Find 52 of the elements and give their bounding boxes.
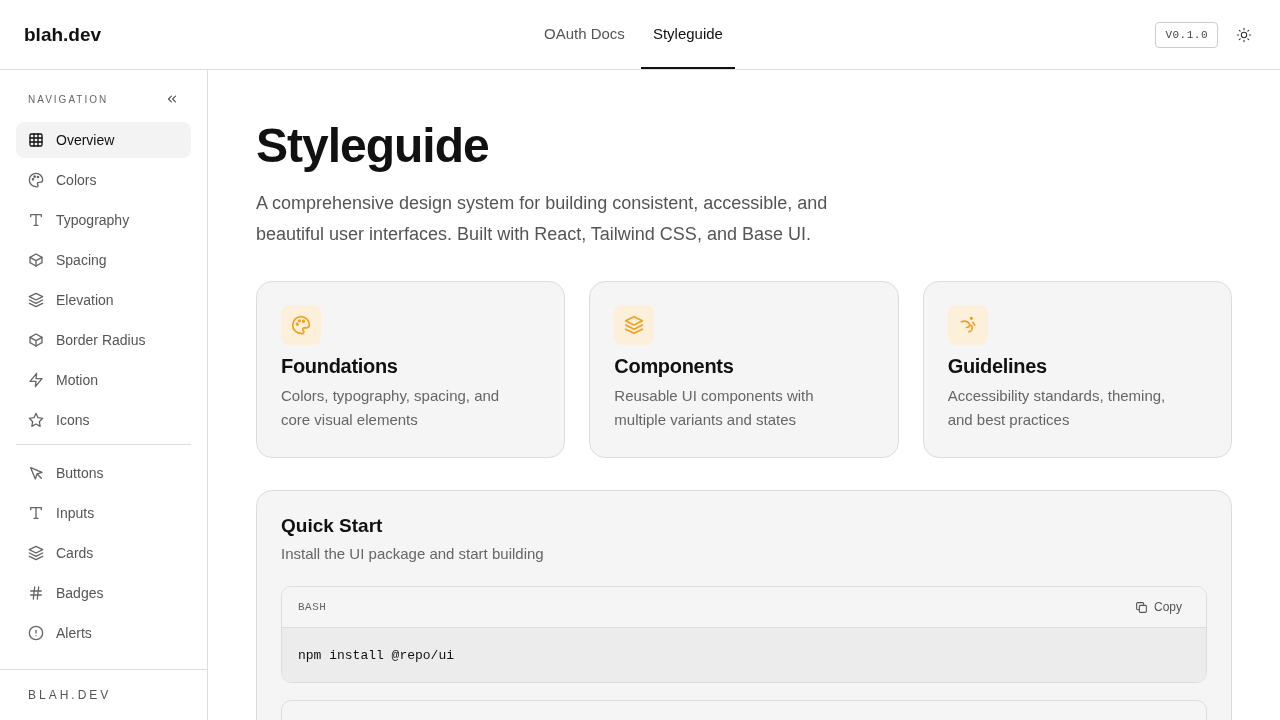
collapse-icon[interactable]	[165, 92, 179, 106]
card-title: Components	[614, 355, 735, 378]
cube-icon	[28, 252, 44, 268]
copy-button[interactable]: Copy	[1127, 596, 1190, 618]
section-subtitle: Install the UI package and start building	[281, 545, 545, 562]
sidebar-footer-text: BLAH.DEV	[28, 688, 112, 702]
card-description: Reusable UI components with multiple variants and states	[614, 386, 815, 430]
sidebar-item[interactable]: Overview	[16, 122, 191, 158]
feature-card[interactable]: Guidelines Accessibility standards, theming, and best practices	[922, 281, 1232, 458]
text-icon	[28, 505, 44, 521]
star-icon	[28, 412, 44, 428]
pointer-icon	[28, 465, 44, 481]
layers-icon	[28, 292, 44, 308]
sidebar-item[interactable]: Badges	[16, 575, 191, 611]
version-badge: V0.1.0	[1155, 21, 1218, 48]
lightning-icon	[28, 372, 44, 388]
layers-icon	[624, 315, 645, 335]
sidebar-item[interactable]: Colors	[16, 162, 191, 198]
alert-icon	[28, 625, 44, 641]
hash-icon	[28, 585, 44, 601]
card-description: Colors, typography, spacing, and core visual elements	[281, 386, 501, 430]
page-title: Styleguide	[256, 118, 490, 174]
feature-card[interactable]: Foundations Colors, typography, spacing, and core visual elements	[256, 281, 566, 458]
sidebar-item[interactable]: Alerts	[16, 615, 191, 651]
palette-icon	[28, 172, 44, 188]
sidebar-item[interactable]: Spacing	[16, 242, 191, 278]
cube-icon	[28, 332, 44, 348]
sidebar-item[interactable]: Elevation	[16, 282, 191, 318]
sidebar-item[interactable]: Icons	[16, 402, 191, 438]
feature-card[interactable]: Components Reusable UI components with multiple variants and states	[589, 281, 899, 458]
layers-icon	[28, 545, 44, 561]
nav-tab[interactable]: OAuth Docs	[532, 0, 637, 69]
code-line: npm install @repo/ui	[298, 648, 455, 663]
site-logo[interactable]: blah.dev	[24, 23, 102, 46]
copy-icon	[1135, 600, 1148, 614]
code-language-label: BASH	[298, 601, 327, 613]
palette-icon	[291, 315, 311, 335]
card-title: Foundations	[281, 355, 399, 378]
nav-tab[interactable]: Styleguide	[640, 0, 735, 69]
card-title: Guidelines	[947, 355, 1048, 378]
section-title: Quick Start	[281, 515, 384, 537]
sidebar-item[interactable]: Typography	[16, 202, 191, 238]
sidebar-heading: NAVIGATION	[28, 93, 109, 105]
intro-paragraph: A comprehensive design system for building consistent, accessible, and beautiful user interfaces. Built with React, Tailwind CSS, and Base UI.	[256, 192, 829, 246]
sidebar-item[interactable]: Cards	[16, 535, 191, 571]
grid-icon	[28, 132, 44, 148]
sidebar-item[interactable]: Motion	[16, 362, 191, 398]
text-icon	[28, 212, 44, 228]
sidebar-item[interactable]: Inputs	[16, 495, 191, 531]
card-description: Accessibility standards, theming, and best practices	[947, 386, 1167, 430]
sidebar-item[interactable]: Border Radius	[16, 322, 191, 358]
sidebar-item[interactable]: Buttons	[16, 455, 191, 491]
